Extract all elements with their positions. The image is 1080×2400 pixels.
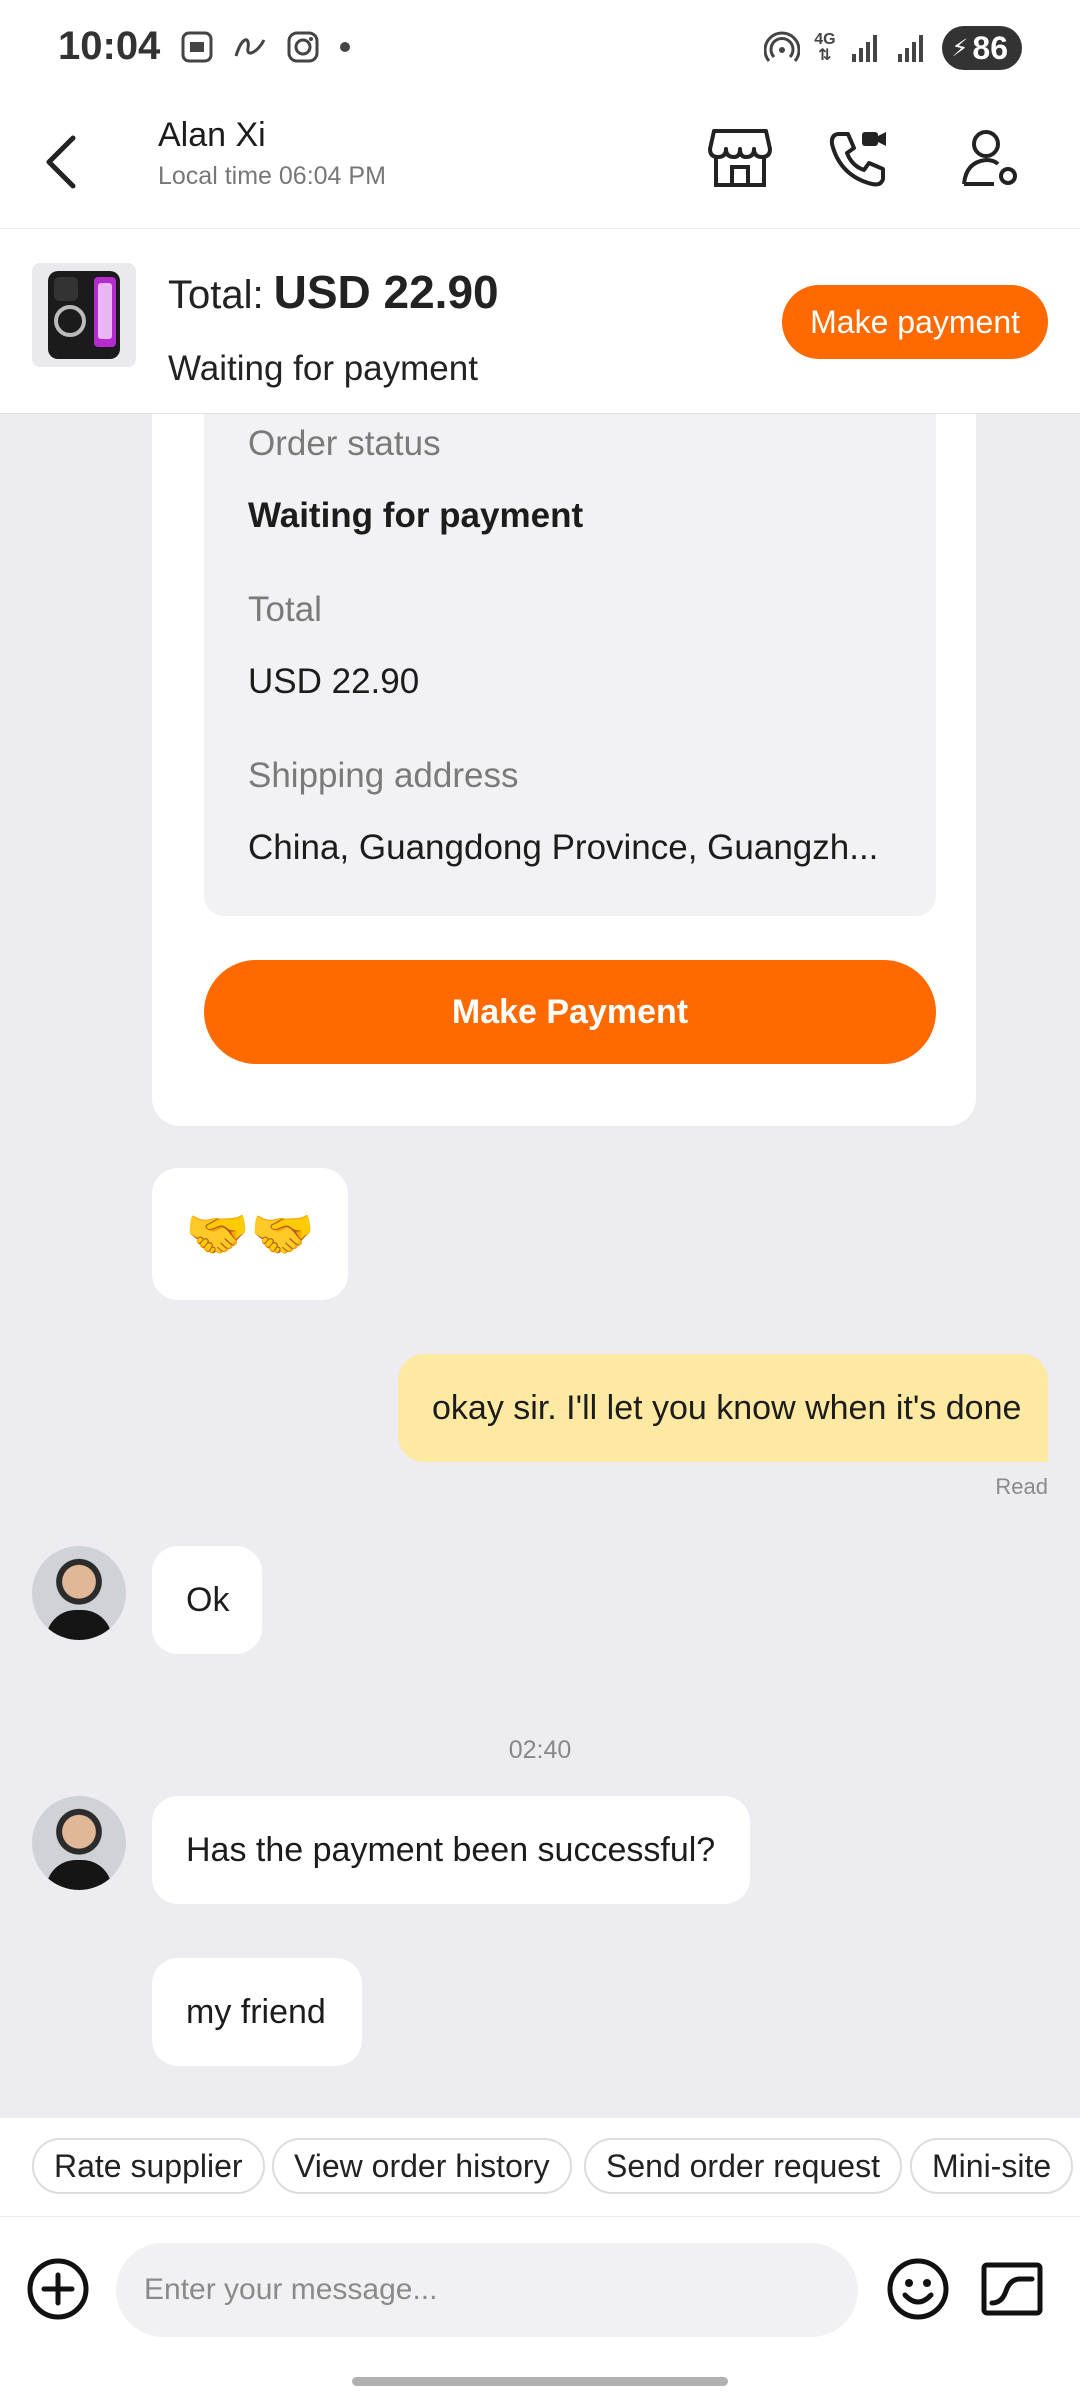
order-total-label: Total [248, 590, 322, 629]
message-bubble-emoji[interactable]: 🤝🤝 [152, 1168, 348, 1300]
status-time: 10:04 [58, 24, 161, 68]
product-thumbnail[interactable] [32, 263, 136, 367]
plus-icon [27, 2258, 89, 2320]
supplier-avatar[interactable] [32, 1796, 126, 1890]
quick-actions-bar: Rate supplier View order history Send or… [0, 2118, 1080, 2216]
link-icon [234, 38, 266, 57]
signal-icon [851, 35, 877, 62]
chart-icon [981, 2262, 1043, 2316]
order-status-value: Waiting for payment [248, 496, 584, 535]
message-bubble[interactable]: my friend [152, 1958, 362, 2066]
phone-case-image [48, 271, 120, 359]
back-icon [46, 135, 76, 189]
shipping-address-label: Shipping address [248, 756, 519, 795]
hotspot-icon [764, 31, 801, 62]
chat-header: Alan Xi Local time 06:04 PM [0, 100, 1080, 228]
video-call-button[interactable] [818, 118, 898, 198]
battery-icon: ⚡ 86 [941, 26, 1022, 70]
order-total-value: USD 22.90 [248, 662, 420, 701]
message-input[interactable] [116, 2243, 858, 2337]
order-banner[interactable]: Total: USD 22.90 Waiting for payment Mak… [0, 228, 1080, 414]
order-details: Order status Waiting for payment Total U… [204, 414, 936, 916]
video-call-icon [829, 132, 886, 187]
emoji-icon [887, 2258, 949, 2320]
banner-order-status: Waiting for payment [168, 349, 478, 388]
order-card: Order status Waiting for payment Total U… [152, 414, 976, 1126]
banner-total-value: USD 22.90 [273, 266, 499, 318]
message-input-bar [0, 2216, 1080, 2400]
more-tools-button[interactable] [980, 2257, 1044, 2321]
message-bubble[interactable]: Has the payment been successful? [152, 1796, 750, 1904]
message-bubble[interactable]: Ok [152, 1546, 262, 1654]
status-bar: 10:04 4G ⇅ ⚡ 86 [0, 0, 1080, 100]
emoji-button[interactable] [886, 2257, 950, 2321]
network-type: 4G [814, 31, 836, 48]
contact-settings-icon [962, 130, 1017, 186]
rate-supplier-chip[interactable]: Rate supplier [32, 2138, 265, 2194]
read-receipt: Read [995, 1474, 1048, 1499]
view-order-history-chip[interactable]: View order history [272, 2138, 572, 2194]
home-indicator[interactable] [352, 2377, 728, 2386]
time-separator: 02:40 [508, 1736, 572, 1764]
store-button[interactable] [700, 118, 780, 198]
instagram-icon [287, 31, 319, 63]
mini-site-chip[interactable]: Mini-site [910, 2138, 1074, 2194]
data-4g-icon: 4G ⇅ [814, 31, 836, 64]
order-status-label: Order status [248, 424, 441, 463]
card-make-payment-button[interactable]: Make Payment [204, 960, 936, 1064]
attach-button[interactable] [26, 2257, 90, 2321]
signal-icon [897, 35, 923, 62]
screenshot-icon [181, 31, 213, 63]
make-payment-button[interactable]: Make payment [782, 285, 1048, 359]
contact-local-time: Local time 06:04 PM [158, 162, 386, 190]
dot-icon [340, 42, 350, 52]
send-order-request-chip[interactable]: Send order request [584, 2138, 902, 2194]
my-message-bubble[interactable]: okay sir. I'll let you know when it's do… [398, 1354, 1048, 1462]
back-button[interactable] [26, 122, 96, 202]
supplier-avatar[interactable] [32, 1546, 126, 1640]
banner-total-label: Total: [168, 273, 264, 317]
store-icon [708, 129, 772, 187]
contact-name[interactable]: Alan Xi [158, 116, 266, 155]
battery-level: 86 [972, 29, 1008, 66]
shipping-address-value: China, Guangdong Province, Guangzh... [248, 828, 879, 867]
contact-settings-button[interactable] [950, 118, 1030, 198]
